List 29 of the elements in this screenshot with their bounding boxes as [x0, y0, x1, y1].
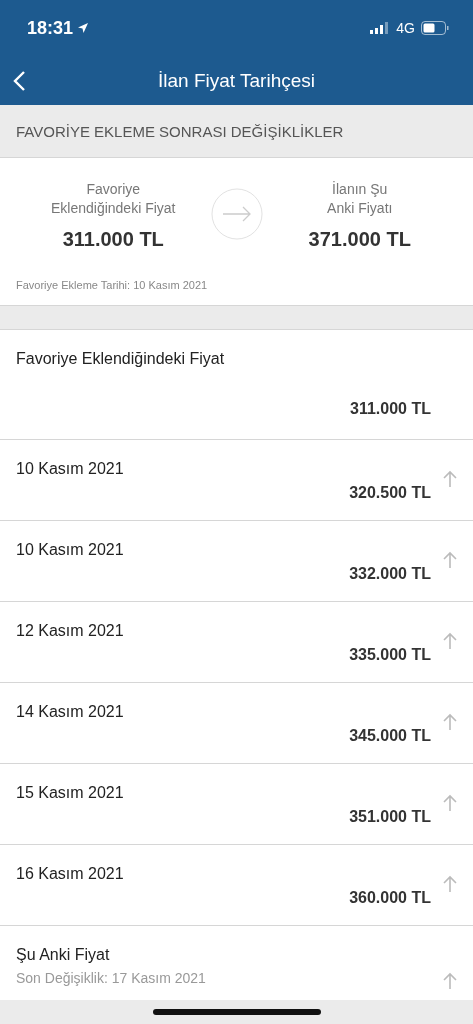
row-title: Şu Anki Fiyat — [16, 946, 111, 964]
row-price: 332.000 TL — [349, 565, 431, 583]
row-price: 360.000 TL — [349, 889, 431, 907]
row-price: 335.000 TL — [349, 646, 431, 664]
signal-icon — [370, 22, 391, 34]
to-price: 371.000 TL — [308, 228, 411, 251]
back-icon — [12, 70, 26, 92]
row-title: 16 Kasım 2021 — [16, 865, 125, 883]
row-subtitle: Son Değişiklik: 17 Kasım 2021 — [16, 970, 207, 986]
row-price: 351.000 TL — [349, 808, 431, 826]
row-title: 10 Kasım 2021 — [16, 460, 125, 478]
network-label: 4G — [396, 20, 415, 36]
arrow-right-icon — [210, 188, 263, 240]
row-price: 320.500 TL — [349, 484, 431, 502]
status-time: 18:31 — [27, 17, 90, 39]
to-label: İlanın Şu Anki Fiyatı — [326, 180, 394, 218]
row-title: 10 Kasım 2021 — [16, 541, 125, 559]
from-label: Favoriye Eklendiğindeki Fiyat — [50, 180, 177, 218]
row-title: 14 Kasım 2021 — [16, 703, 125, 721]
added-date-note: Favoriye Ekleme Tarihi: 10 Kasım 2021 — [16, 279, 209, 291]
row-price: 311.000 TL — [350, 400, 431, 418]
screen-title: İlan Fiyat Tarihçesi — [158, 69, 315, 92]
from-price: 311.000 TL — [62, 228, 164, 251]
row-title: Favoriye Eklendiğindeki Fiyat — [16, 350, 226, 368]
row-title: 12 Kasım 2021 — [16, 622, 125, 640]
battery-icon — [421, 21, 449, 35]
location-icon — [77, 22, 90, 34]
row-price: 345.000 TL — [349, 727, 431, 745]
row-title: 15 Kasım 2021 — [16, 784, 125, 802]
